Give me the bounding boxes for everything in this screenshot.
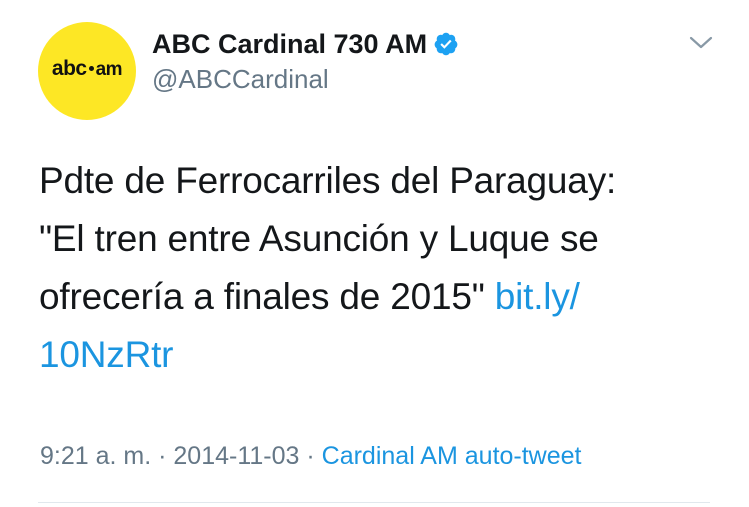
tweet-time[interactable]: 9:21 a. m.	[40, 442, 151, 470]
avatar-logo-main: abc	[51, 57, 87, 80]
avatar-logo: abc am	[51, 57, 123, 81]
meta-separator: ·	[299, 442, 322, 470]
tweet-text-line-3: ofrecería a finales de 2015"	[39, 276, 495, 317]
tweet-card: abc am ABC Cardinal 730 AM @ABCCardinal P…	[0, 0, 749, 507]
tweet-text: Pdte de Ferrocarriles del Paraguay: "El …	[39, 152, 719, 384]
avatar-logo-dot	[88, 65, 94, 71]
verified-badge-icon	[434, 32, 458, 56]
user-block: ABC Cardinal 730 AM @ABCCardinal	[152, 28, 459, 95]
display-name[interactable]: ABC Cardinal 730 AM	[152, 29, 427, 60]
avatar-logo-suffix: am	[95, 59, 123, 80]
tweet-link-part-1[interactable]: bit.ly/	[495, 276, 580, 317]
chevron-down-icon[interactable]	[688, 34, 714, 52]
tweet-source-link[interactable]: Cardinal AM auto-tweet	[322, 442, 582, 470]
tweet-text-line-1: Pdte de Ferrocarriles del Paraguay:	[39, 160, 617, 201]
tweet-meta: 9:21 a. m. · 2014-11-03 · Cardinal AM au…	[40, 442, 582, 471]
avatar[interactable]: abc am	[38, 22, 136, 120]
display-name-row: ABC Cardinal 730 AM	[152, 28, 459, 60]
divider	[38, 502, 710, 503]
tweet-text-line-2: "El tren entre Asunción y Luque se	[39, 218, 599, 259]
tweet-link-part-2[interactable]: 10NzRtr	[39, 334, 173, 375]
meta-separator: ·	[151, 442, 174, 470]
tweet-date[interactable]: 2014-11-03	[173, 442, 299, 470]
handle[interactable]: @ABCCardinal	[152, 64, 459, 95]
